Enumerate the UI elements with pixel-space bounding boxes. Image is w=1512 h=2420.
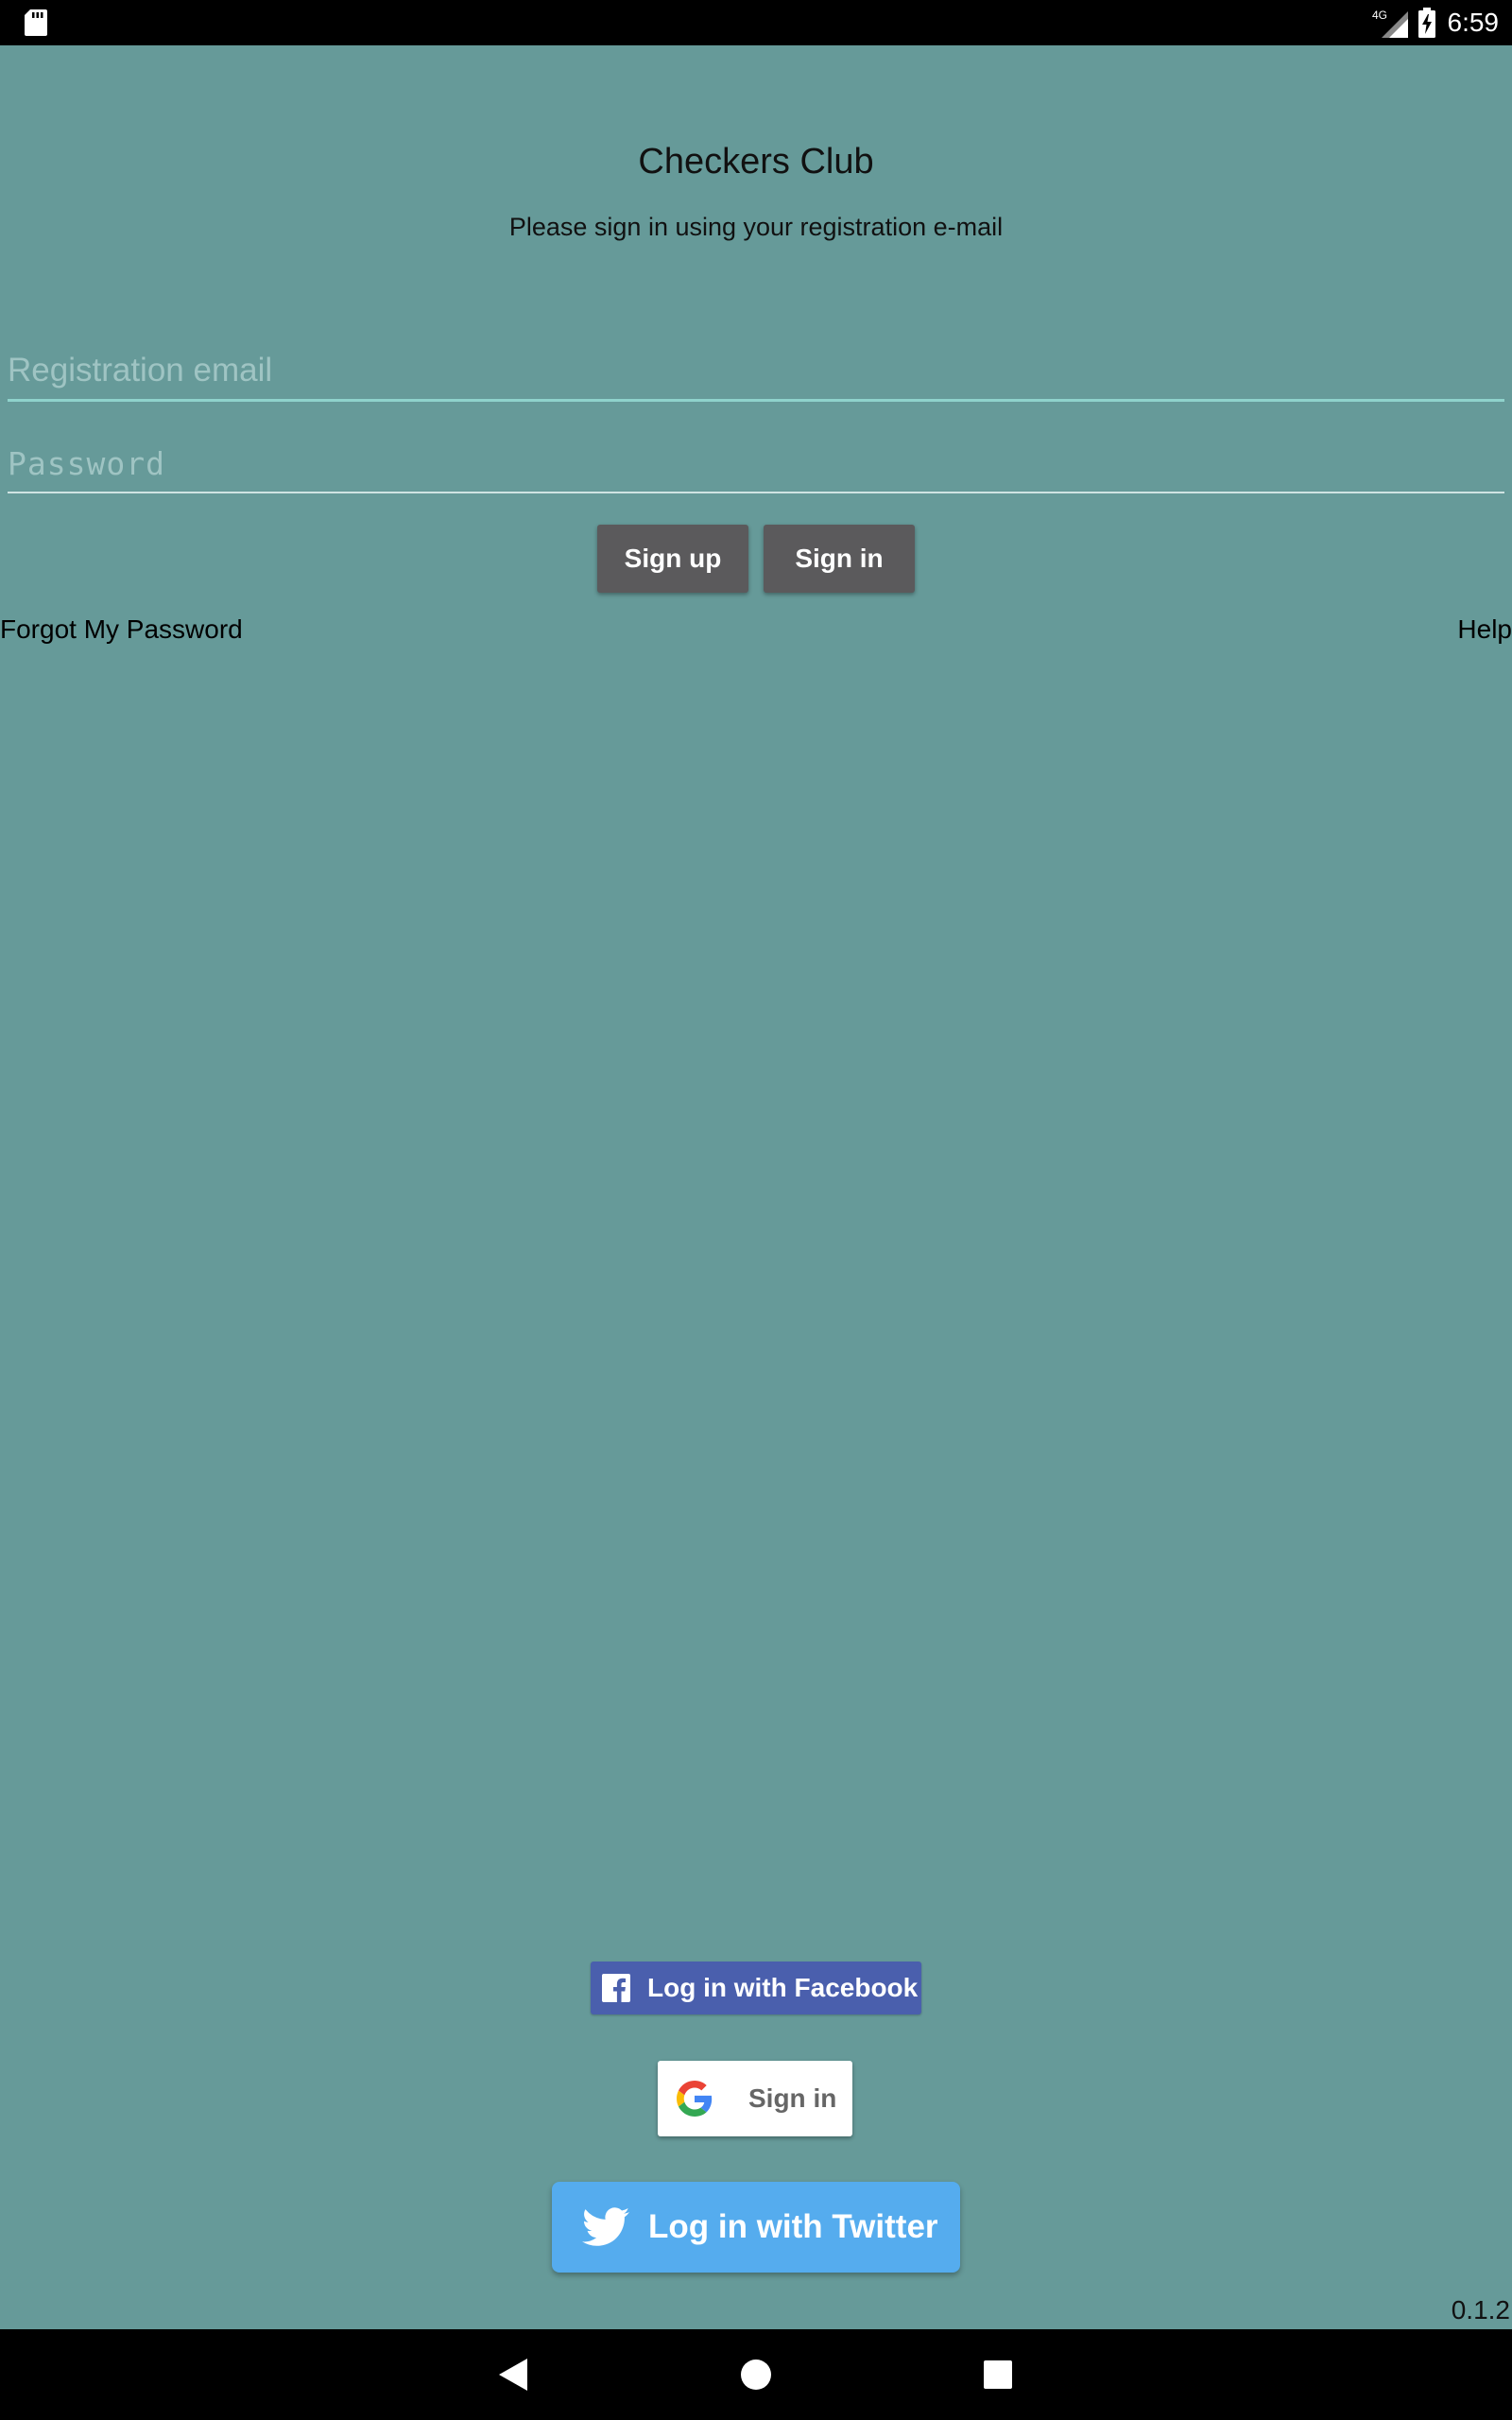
page-subtitle: Please sign in using your registration e… bbox=[508, 213, 1004, 241]
twitter-login-button[interactable]: Log in with Twitter bbox=[552, 2182, 960, 2273]
sign-in-button[interactable]: Sign in bbox=[764, 525, 915, 593]
twitter-login-label: Log in with Twitter bbox=[648, 2208, 938, 2245]
google-sign-in-label: Sign in bbox=[748, 2083, 837, 2113]
status-icons: 4G 6:59 bbox=[1372, 0, 1500, 45]
forgot-password-link[interactable]: Forgot My Password bbox=[0, 614, 243, 645]
home-icon bbox=[741, 2360, 771, 2390]
recent-apps-button[interactable] bbox=[953, 2329, 1043, 2420]
google-sign-in-button[interactable]: Sign in bbox=[658, 2061, 852, 2136]
twitter-icon bbox=[582, 2207, 629, 2246]
facebook-login-button[interactable]: Log in with Facebook bbox=[591, 1962, 921, 2014]
google-icon bbox=[677, 2081, 713, 2117]
sign-up-button[interactable]: Sign up bbox=[597, 525, 748, 593]
password-field[interactable] bbox=[8, 435, 1504, 493]
recent-apps-icon bbox=[984, 2360, 1012, 2389]
status-time: 6:59 bbox=[1447, 8, 1500, 37]
facebook-login-label: Log in with Facebook bbox=[647, 1973, 919, 2002]
network-label: 4G bbox=[1372, 9, 1387, 22]
email-field[interactable] bbox=[8, 342, 1504, 402]
page-title: Checkers Club bbox=[638, 142, 874, 182]
battery-charging-icon bbox=[1418, 8, 1435, 38]
status-bar: 4G 6:59 bbox=[0, 0, 1512, 45]
app-version: 0.1.2 bbox=[1451, 2295, 1510, 2325]
sd-card-icon bbox=[25, 9, 47, 36]
navigation-bar bbox=[0, 2329, 1512, 2420]
signal-icon: 4G bbox=[1372, 9, 1408, 38]
facebook-icon bbox=[602, 1974, 630, 2002]
help-link[interactable]: Help bbox=[1457, 614, 1512, 645]
home-button[interactable] bbox=[711, 2329, 801, 2420]
back-button[interactable] bbox=[469, 2329, 559, 2420]
back-icon bbox=[499, 2359, 527, 2391]
